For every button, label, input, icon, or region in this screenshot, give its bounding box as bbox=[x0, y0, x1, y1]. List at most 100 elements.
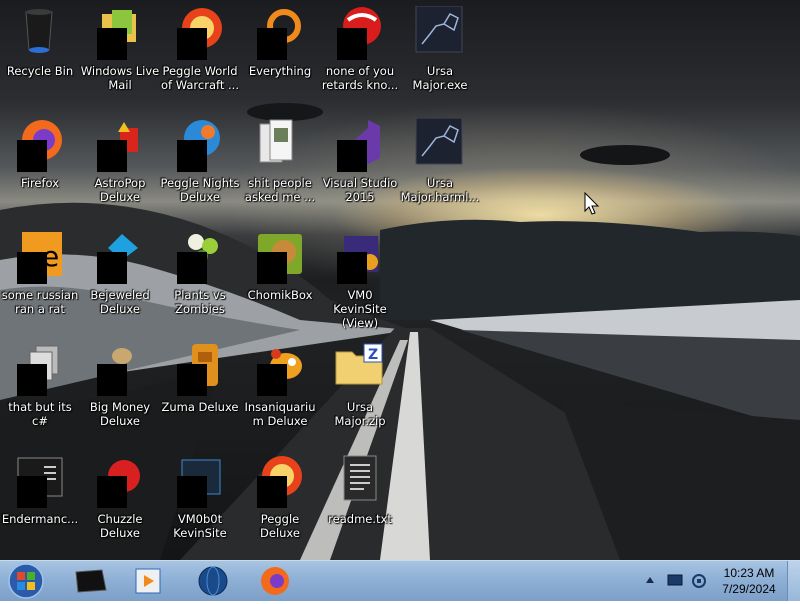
desktop-icon-label: ChomikBox bbox=[247, 288, 313, 302]
redaction-box bbox=[257, 28, 287, 60]
desktop-icon-label: Insaniquarium Deluxe bbox=[244, 400, 316, 428]
desktop-icon-label: readme.txt bbox=[328, 512, 392, 526]
media-player-icon bbox=[135, 568, 161, 594]
redaction-box bbox=[337, 140, 367, 172]
redaction-box bbox=[97, 140, 127, 172]
show-desktop-button[interactable] bbox=[787, 561, 800, 601]
desktop-icon-that-but-its-csharp[interactable]: that but its c# bbox=[0, 342, 80, 442]
start-button[interactable] bbox=[6, 562, 46, 600]
volume-icon[interactable] bbox=[690, 573, 708, 589]
desktop-icon-label: AstroPop Deluxe bbox=[94, 176, 146, 204]
show-hidden-icons-icon[interactable] bbox=[645, 573, 655, 587]
redaction-box bbox=[177, 140, 207, 172]
globe-icon bbox=[198, 566, 228, 596]
desktop-icon-vm0b0t[interactable]: VM0b0t KevinSite bbox=[160, 454, 240, 554]
redaction-box bbox=[177, 28, 207, 60]
folder-icon bbox=[254, 118, 304, 168]
desktop[interactable]: Recycle Bin Windows Live Mail Peggle Wor… bbox=[0, 0, 800, 560]
desktop-icon-insaniquarium[interactable]: Insaniquarium Deluxe bbox=[240, 342, 320, 442]
desktop-icon-ursa-major-harml[interactable]: Ursa Major.harml... bbox=[400, 118, 480, 218]
desktop-icon-label: none of you retards kno... bbox=[321, 64, 399, 92]
redaction-box bbox=[17, 364, 47, 396]
desktop-icon-readme[interactable]: readme.txt bbox=[320, 454, 400, 554]
desktop-icon-chuzzle[interactable]: Chuzzle Deluxe bbox=[80, 454, 160, 554]
redaction-box bbox=[257, 364, 287, 396]
desktop-icon-label: some russian ran a rat bbox=[1, 288, 79, 316]
desktop-icon-visual-studio[interactable]: Visual Studio 2015 bbox=[320, 118, 400, 218]
desktop-icon-peggle-deluxe[interactable]: Peggle Deluxe bbox=[240, 454, 320, 554]
redaction-box bbox=[97, 28, 127, 60]
desktop-icon-some-russian[interactable]: e some russian ran a rat bbox=[0, 230, 80, 330]
desktop-icon-peggle-wow[interactable]: Peggle World of Warcraft ... bbox=[160, 6, 240, 106]
desktop-icon-firefox[interactable]: Firefox bbox=[0, 118, 80, 218]
redaction-box bbox=[17, 140, 47, 172]
desktop-icon-label: that but its c# bbox=[8, 400, 72, 428]
redaction-box bbox=[97, 476, 127, 508]
clock-date: 7/29/2024 bbox=[722, 582, 776, 596]
redaction-box bbox=[97, 252, 127, 284]
desktop-icon-folder[interactable]: shit people asked me ... bbox=[240, 118, 320, 218]
desktop-icon-endermanc[interactable]: Endermanc... bbox=[0, 454, 80, 554]
redaction-box bbox=[97, 364, 127, 396]
taskbar: 10:23 AM 7/29/2024 bbox=[0, 560, 800, 601]
redaction-box bbox=[17, 476, 47, 508]
desktop-icon-everything[interactable]: Everything bbox=[240, 6, 320, 106]
recycle-bin-icon bbox=[14, 6, 64, 56]
desktop-icon-big-money[interactable]: Big Money Deluxe bbox=[80, 342, 160, 442]
desktop-icon-label: Windows Live Mail bbox=[80, 64, 160, 92]
desktop-icon-peggle-nights[interactable]: Peggle Nights Deluxe bbox=[160, 118, 240, 218]
desktop-icon-label: VM0b0t KevinSite bbox=[173, 512, 227, 540]
cmd-window-icon bbox=[75, 569, 107, 593]
constellation-icon bbox=[414, 118, 464, 168]
system-clock[interactable]: 10:23 AM 7/29/2024 bbox=[708, 565, 790, 597]
desktop-icon-windows-live-mail[interactable]: Windows Live Mail bbox=[80, 6, 160, 106]
desktop-icon-label: Bejeweled Deluxe bbox=[90, 288, 150, 316]
redaction-box bbox=[257, 252, 287, 284]
desktop-icon-label: Plants vs Zombies bbox=[174, 288, 226, 316]
desktop-icon-vm0-kevinsite-view[interactable]: VM0 KevinSite (View) bbox=[320, 230, 400, 330]
desktop-icon-label: Endermanc... bbox=[1, 512, 79, 526]
desktop-icon-astropop[interactable]: AstroPop Deluxe bbox=[80, 118, 160, 218]
desktop-icon-label: Ursa Major.harml... bbox=[400, 176, 480, 204]
desktop-icon-ursa-major-exe[interactable]: Ursa Major.exe bbox=[400, 6, 480, 106]
redaction-box bbox=[177, 252, 207, 284]
redaction-box bbox=[337, 28, 367, 60]
desktop-icon-label: Peggle Nights Deluxe bbox=[160, 176, 240, 204]
redaction-box bbox=[337, 252, 367, 284]
redaction-box bbox=[17, 252, 47, 284]
desktop-icon-label: Zuma Deluxe bbox=[161, 400, 239, 414]
network-icon[interactable] bbox=[666, 573, 684, 589]
desktop-icon-plants-vs-zombies[interactable]: Plants vs Zombies bbox=[160, 230, 240, 330]
desktop-icon-none-of-you[interactable]: none of you retards kno... bbox=[320, 6, 400, 106]
redaction-box bbox=[177, 364, 207, 396]
desktop-icon-label: Chuzzle Deluxe bbox=[97, 512, 143, 540]
mouse-cursor-icon bbox=[584, 192, 600, 215]
desktop-icon-bejeweled[interactable]: Bejeweled Deluxe bbox=[80, 230, 160, 330]
taskbar-cmd-button[interactable] bbox=[66, 564, 116, 598]
redaction-box bbox=[177, 476, 207, 508]
desktop-icon-recycle-bin[interactable]: Recycle Bin bbox=[0, 6, 80, 106]
desktop-icon-label: VM0 KevinSite (View) bbox=[333, 288, 387, 330]
taskbar-firefox-button[interactable] bbox=[250, 564, 300, 598]
redaction-box bbox=[257, 476, 287, 508]
desktop-icon-label: Big Money Deluxe bbox=[89, 400, 151, 428]
desktop-icon-label: Firefox bbox=[20, 176, 60, 190]
desktop-icon-label: Recycle Bin bbox=[6, 64, 74, 78]
desktop-icon-label: Visual Studio 2015 bbox=[322, 176, 398, 204]
desktop-icon-label: Peggle Deluxe bbox=[260, 512, 300, 540]
text-file-icon bbox=[334, 454, 384, 504]
taskbar-globe-button[interactable] bbox=[188, 564, 238, 598]
svg-text:Z: Z bbox=[368, 347, 378, 363]
desktop-icon-label: shit people asked me ... bbox=[244, 176, 316, 204]
firefox-icon bbox=[261, 567, 289, 595]
desktop-icon-zuma[interactable]: Zuma Deluxe bbox=[160, 342, 240, 442]
desktop-icon-chomikbox[interactable]: ChomikBox bbox=[240, 230, 320, 330]
clock-time: 10:23 AM bbox=[723, 566, 775, 580]
desktop-icon-label: Ursa Major.exe bbox=[412, 64, 468, 92]
constellation-icon bbox=[414, 6, 464, 56]
desktop-icon-ursa-major-zip[interactable]: Z Ursa Major.zip bbox=[320, 342, 400, 442]
windows-start-icon bbox=[8, 563, 44, 599]
taskbar-media-player-button[interactable] bbox=[124, 564, 174, 598]
zip-folder-icon: Z bbox=[334, 342, 384, 392]
desktop-icon-label: Peggle World of Warcraft ... bbox=[161, 64, 239, 92]
